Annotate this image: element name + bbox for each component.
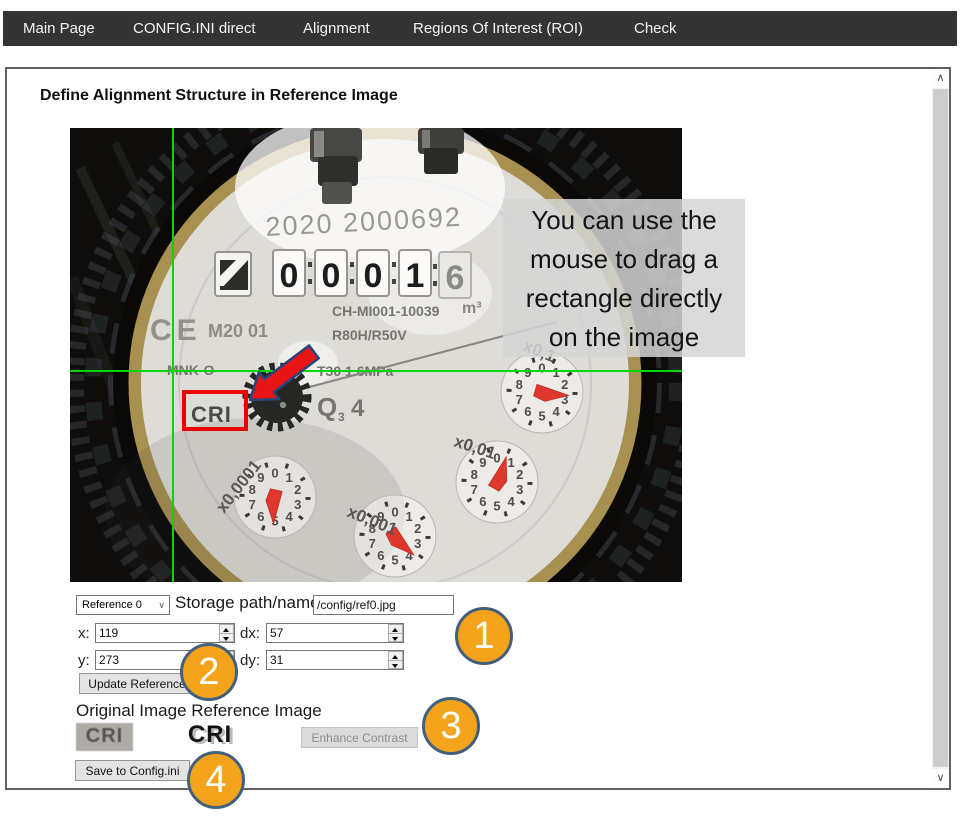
meter-ce-mark: CE	[150, 314, 202, 347]
reference-image-canvas[interactable]: 2020 2000692 0 0 0 1 6	[70, 128, 682, 582]
svg-text:1: 1	[285, 470, 292, 485]
original-image-thumbnail: CRI	[76, 723, 133, 751]
save-to-config-button[interactable]: Save to Config.ini	[75, 760, 190, 781]
nav-config-ini[interactable]: CONFIG.INI direct	[133, 11, 256, 46]
step-down-icon	[388, 633, 403, 643]
annotation-badge-4: 4	[187, 751, 245, 809]
svg-text:0: 0	[280, 257, 299, 295]
x-stepper[interactable]	[219, 624, 234, 642]
update-reference-button[interactable]: Update Reference	[79, 673, 195, 694]
nav-check[interactable]: Check	[634, 11, 677, 46]
storage-path-label: Storage path/name:	[175, 593, 324, 613]
svg-text:3: 3	[414, 536, 421, 551]
svg-text:4: 4	[351, 395, 365, 422]
svg-text:9: 9	[524, 365, 531, 380]
drag-hint-overlay: You can use the mouse to drag a rectangl…	[503, 199, 745, 357]
scroll-up-icon[interactable]: ∧	[932, 69, 949, 88]
svg-text:1: 1	[406, 257, 425, 295]
svg-text:4: 4	[507, 494, 515, 509]
dx-stepper[interactable]	[388, 624, 403, 642]
enhance-contrast-button[interactable]: Enhance Contrast	[301, 727, 418, 748]
dy-label: dy:	[240, 652, 260, 669]
svg-text:8: 8	[471, 467, 478, 482]
svg-text:8: 8	[516, 377, 523, 392]
meter-ratio: R80H/R50V	[332, 327, 407, 343]
annotation-badge-3: 3	[422, 697, 480, 755]
svg-text:6: 6	[377, 548, 384, 563]
svg-text:0: 0	[271, 466, 278, 481]
dy-input[interactable]	[266, 650, 404, 670]
svg-text:0: 0	[322, 257, 341, 295]
svg-text:6: 6	[479, 494, 486, 509]
svg-text:0: 0	[391, 505, 398, 520]
svg-text:7: 7	[516, 392, 523, 407]
reference-select-value: Reference 0	[82, 599, 142, 611]
svg-text:2: 2	[294, 482, 301, 497]
nav-alignment[interactable]: Alignment	[303, 11, 370, 46]
reference-image-thumbnail: CRI	[178, 720, 242, 751]
svg-text:2: 2	[414, 521, 421, 536]
svg-text:3: 3	[338, 410, 345, 424]
top-nav: Main Page CONFIG.INI direct Alignment Re…	[3, 11, 957, 46]
y-label: y:	[78, 652, 90, 669]
scrollbar-thumb[interactable]	[933, 89, 948, 767]
meter-approval: M20 01	[208, 321, 268, 341]
svg-text:7: 7	[471, 482, 478, 497]
dy-stepper[interactable]	[388, 651, 403, 669]
nav-main-page[interactable]: Main Page	[23, 11, 95, 46]
reference-select[interactable]: Reference 0 ∨	[76, 595, 170, 615]
meter-cri-text: CRI	[191, 402, 232, 427]
chevron-down-icon: ∨	[158, 596, 165, 614]
svg-text:3: 3	[516, 482, 523, 497]
meter-unit: m³	[462, 300, 482, 317]
svg-text:2: 2	[516, 467, 523, 482]
storage-path-input[interactable]	[313, 595, 454, 615]
svg-text:7: 7	[249, 497, 256, 512]
annotation-badge-1: 1	[455, 607, 513, 665]
dx-label: dx:	[240, 625, 260, 642]
svg-text:1: 1	[552, 365, 559, 380]
step-down-icon	[219, 633, 234, 643]
svg-text:1: 1	[405, 509, 412, 524]
svg-text:0: 0	[364, 257, 383, 295]
annotation-badge-2: 2	[180, 643, 238, 701]
page-title: Define Alignment Structure in Reference …	[40, 87, 398, 105]
svg-text:4: 4	[552, 404, 560, 419]
svg-text:3: 3	[294, 497, 301, 512]
step-down-icon	[388, 660, 403, 670]
compare-images-label: Original Image Reference Image	[76, 701, 322, 721]
dx-input[interactable]	[266, 623, 404, 643]
svg-text:6: 6	[446, 259, 465, 297]
svg-text:6: 6	[524, 404, 531, 419]
frame-scrollbar: ∧ ∨	[932, 69, 949, 788]
svg-text:7: 7	[369, 536, 376, 551]
x-input[interactable]	[95, 623, 235, 643]
svg-text:4: 4	[285, 509, 293, 524]
nav-roi[interactable]: Regions Of Interest (ROI)	[413, 11, 583, 46]
svg-text:5: 5	[391, 553, 398, 568]
svg-text:1: 1	[507, 455, 514, 470]
svg-text:5: 5	[538, 409, 545, 424]
x-label: x:	[78, 625, 90, 642]
meter-part-no: CH-MI001-10039	[332, 303, 440, 319]
svg-text:6: 6	[257, 509, 264, 524]
svg-text:Q: Q	[317, 392, 337, 422]
svg-text:5: 5	[493, 499, 500, 514]
content-frame: Define Alignment Structure in Reference …	[5, 67, 951, 790]
svg-text:2: 2	[561, 377, 568, 392]
scroll-down-icon[interactable]: ∨	[932, 769, 949, 788]
